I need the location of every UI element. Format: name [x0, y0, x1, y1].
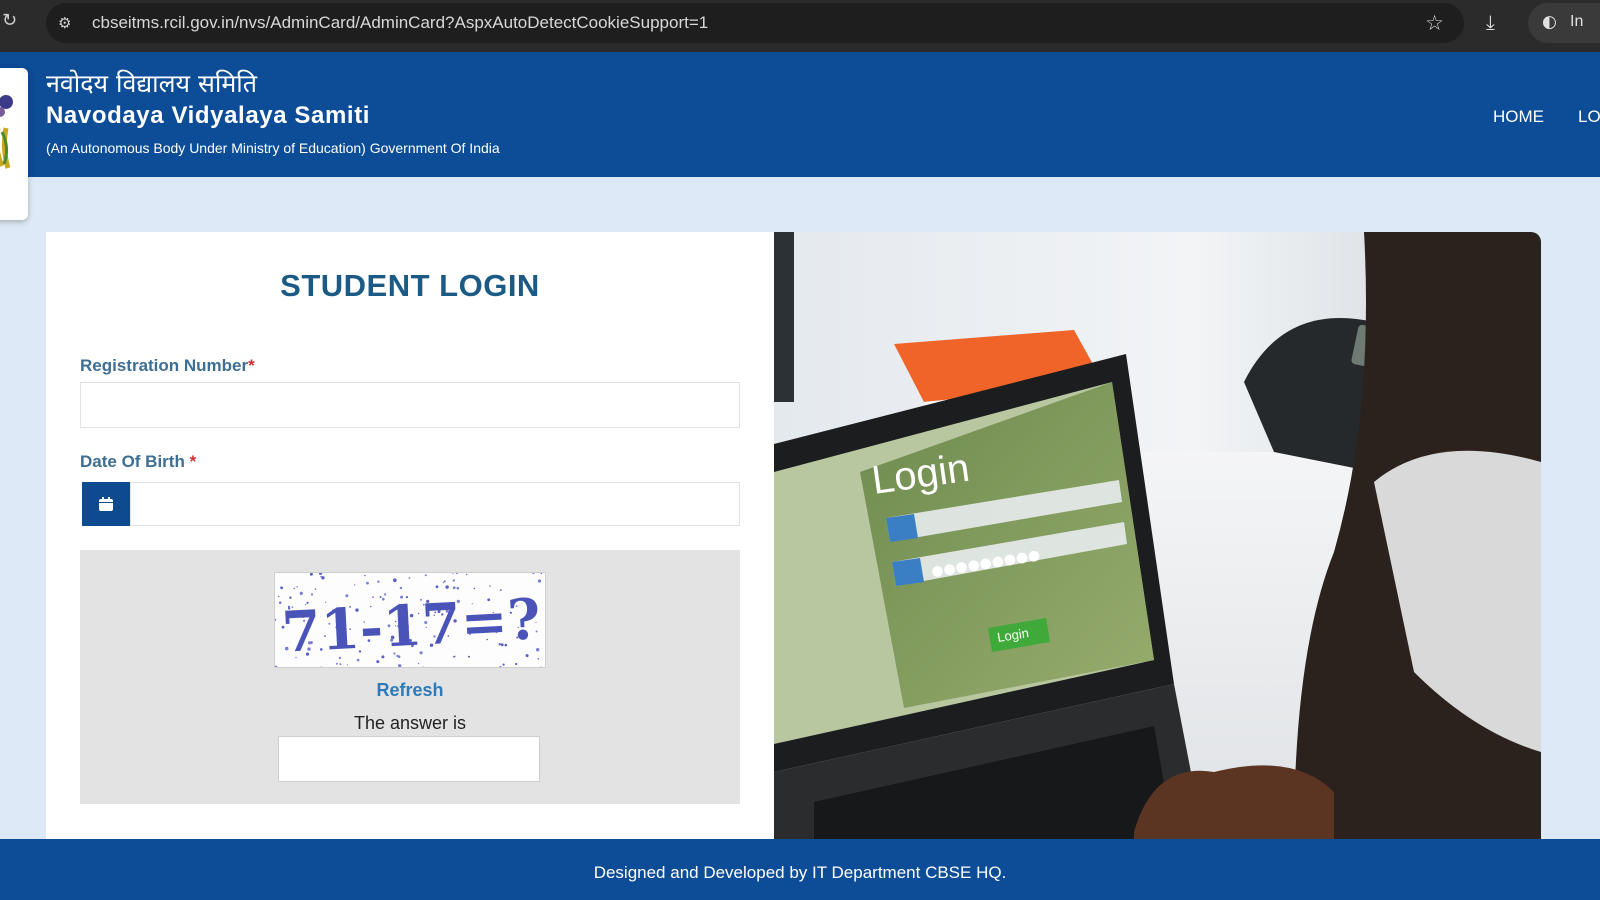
registration-number-label: Registration Number*	[80, 356, 255, 376]
captcha-noise-dot	[452, 573, 454, 575]
profile-button[interactable]: ◐ In	[1528, 3, 1600, 43]
captcha-noise-dot	[398, 664, 402, 667]
captcha-noise-dot	[346, 664, 349, 666]
captcha-noise-dot	[498, 666, 502, 667]
site-title: Navodaya Vidyalaya Samiti	[46, 102, 371, 129]
login-title: STUDENT LOGIN	[280, 268, 540, 303]
captcha-noise-dot	[399, 586, 403, 590]
captcha-noise-dot	[377, 580, 380, 583]
captcha-noise-dot	[515, 662, 518, 666]
screen-lock-icon	[892, 558, 924, 586]
site-subtitle: (An Autonomous Body Under Ministry of Ed…	[46, 140, 500, 156]
captcha-refresh-link[interactable]: Refresh	[80, 680, 740, 701]
captcha-answer-input[interactable]	[278, 736, 540, 782]
captcha-noise-dot	[293, 587, 295, 590]
captcha-noise-dot	[309, 573, 313, 576]
captcha-noise-dot	[280, 586, 283, 590]
required-marker: *	[248, 356, 255, 375]
captcha-noise-dot	[456, 573, 458, 575]
captcha-noise-dot	[335, 662, 338, 665]
download-icon[interactable]: ⤓	[1486, 10, 1514, 34]
captcha-noise-dot	[445, 585, 449, 589]
profile-label: In	[1570, 13, 1584, 30]
captcha-noise-dot	[393, 578, 397, 582]
captcha-noise-dot	[452, 579, 455, 582]
captcha-noise-dot	[417, 662, 420, 665]
registration-number-label-text: Registration Number	[80, 356, 249, 375]
captcha-panel: 71-17=? Refresh The answer is	[80, 550, 740, 804]
captcha-noise-dot	[296, 586, 298, 588]
captcha-noise-dot	[278, 595, 280, 598]
site-footer: Designed and Developed by IT Department …	[0, 839, 1600, 900]
date-of-birth-input[interactable]	[130, 482, 740, 526]
captcha-noise-dot	[422, 666, 425, 667]
captcha-noise-dot	[435, 585, 439, 589]
captcha-answer-label: The answer is	[353, 713, 467, 733]
calendar-icon	[99, 497, 113, 511]
captcha-noise: 71-17=?	[275, 573, 542, 667]
date-of-birth-label: Date Of Birth *	[80, 452, 196, 472]
site-title-hindi: नवोदय विद्यालय समिति	[46, 69, 258, 98]
captcha-noise-dot	[339, 663, 342, 665]
captcha-noise-dot	[299, 591, 303, 595]
date-of-birth-label-text: Date Of Birth	[80, 452, 190, 471]
captcha-noise-dot	[310, 593, 314, 596]
captcha-noise-dot	[354, 584, 356, 586]
address-bar[interactable]: ⚙ cbseitms.rcil.gov.in/nvs/AdminCard/Adm…	[46, 3, 1464, 43]
captcha-noise-dot	[408, 577, 411, 579]
emblem-logo	[0, 68, 28, 220]
captcha-noise-dot	[465, 573, 468, 576]
captcha-noise-dot	[539, 666, 542, 667]
captcha-text: 71-17=?	[280, 586, 542, 665]
captcha-noise-dot	[537, 657, 540, 660]
captcha-noise-dot	[321, 576, 325, 580]
captcha-noise-dot	[452, 586, 456, 590]
student-login-card: STUDENT LOGIN Registration Number* Date …	[46, 232, 774, 840]
site-settings-icon[interactable]: ⚙	[58, 13, 78, 33]
captcha-noise-dot	[502, 663, 505, 666]
captcha-noise-dot	[364, 574, 366, 577]
bookmark-star-icon[interactable]: ☆	[1425, 11, 1444, 35]
captcha-noise-dot	[275, 618, 277, 621]
nav-login-link[interactable]: LO	[1578, 107, 1600, 127]
captcha-noise-dot	[275, 665, 278, 667]
captcha-noise-dot	[424, 574, 427, 577]
captcha-noise-dot	[525, 654, 529, 658]
captcha-noise-dot	[314, 588, 317, 590]
captcha-noise-dot	[320, 666, 323, 667]
captcha-noise-dot	[489, 585, 491, 587]
calendar-button[interactable]	[82, 482, 130, 526]
screen-user-icon	[886, 514, 918, 542]
url-text[interactable]: cbseitms.rcil.gov.in/nvs/AdminCard/Admin…	[92, 13, 708, 33]
nav-home-link[interactable]: HOME	[1493, 107, 1544, 127]
required-marker: *	[189, 452, 197, 471]
captcha-noise-dot	[366, 581, 369, 585]
captcha-noise-dot	[443, 580, 446, 583]
login-illustration-photo: Login ●●●●●●●●● Login	[774, 232, 1541, 840]
reload-icon[interactable]: ↻	[2, 11, 22, 31]
monitor-edge	[774, 232, 794, 402]
incognito-icon: ◐	[1542, 12, 1557, 32]
captcha-noise-dot	[532, 573, 535, 575]
captcha-noise-dot	[456, 586, 460, 590]
captcha-image: 71-17=?	[274, 572, 546, 668]
registration-number-input[interactable]	[80, 382, 740, 428]
captcha-noise-dot	[537, 579, 542, 583]
footer-credit: Designed and Developed by IT Department …	[593, 863, 1007, 882]
captcha-noise-dot	[318, 573, 323, 575]
captcha-noise-dot	[540, 573, 542, 575]
browser-toolbar: ↻ ⚙ cbseitms.rcil.gov.in/nvs/AdminCard/A…	[0, 0, 1600, 52]
